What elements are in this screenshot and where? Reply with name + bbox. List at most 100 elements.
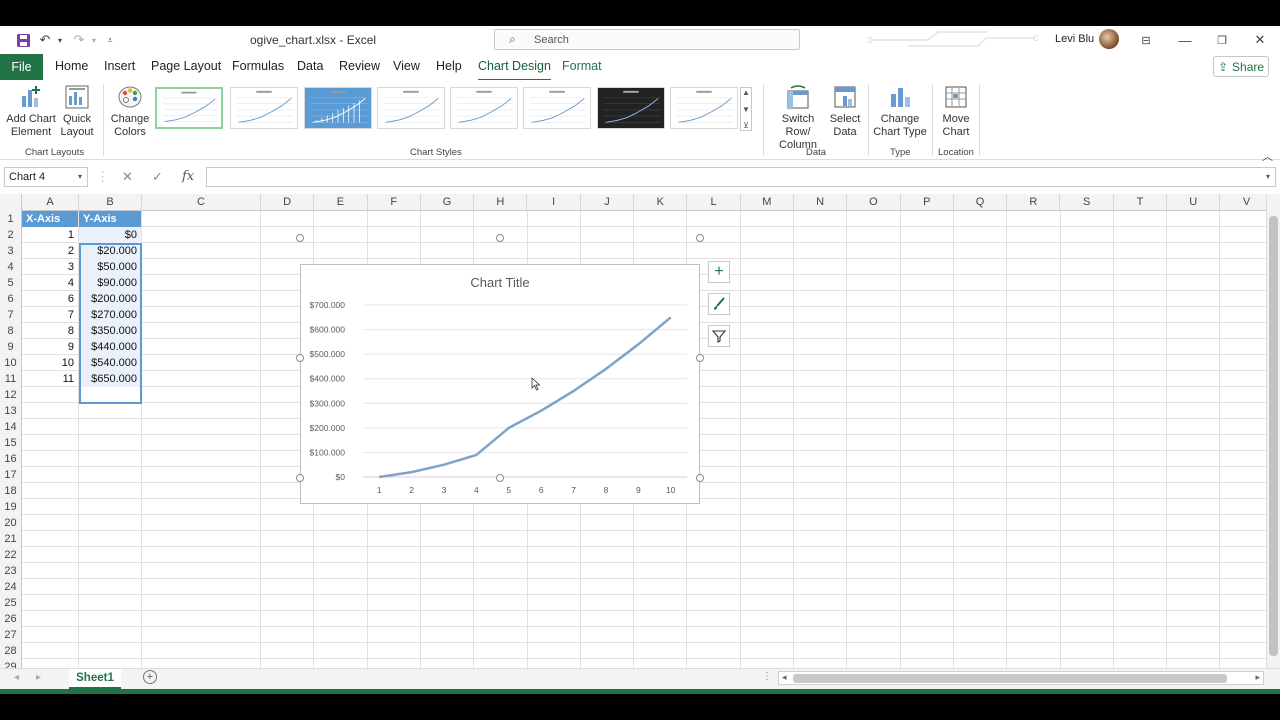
row-header-19[interactable]: 19 [0,499,22,515]
scroll-right-icon[interactable]: ▸ [1255,672,1260,683]
row-header-27[interactable]: 27 [0,627,22,643]
row-header-2[interactable]: 2 [0,227,22,243]
row-header-20[interactable]: 20 [0,515,22,531]
resize-handle[interactable] [296,354,304,362]
row-header-18[interactable]: 18 [0,483,22,499]
formula-input[interactable]: ▾ [206,167,1276,187]
resize-handle[interactable] [296,474,304,482]
cell-y-value[interactable]: $50.000 [79,259,141,275]
data-point[interactable] [669,315,673,319]
style-gallery-scroll[interactable]: ▲ ▼ ⊻ [740,87,752,131]
column-header-d[interactable]: D [261,194,315,211]
chart-style-3[interactable] [304,87,372,129]
undo-dropdown-icon[interactable]: ▾ [55,32,65,48]
series-line[interactable] [379,316,672,479]
chart-elements-button[interactable]: + [708,261,730,283]
redo-icon[interactable]: ↷ [72,32,86,48]
column-header-m[interactable]: M [741,194,794,211]
gallery-up-icon[interactable]: ▲ [742,88,750,97]
tab-format[interactable]: Format [562,59,602,73]
expand-formula-icon[interactable]: ▾ [1266,172,1270,181]
column-header-i[interactable]: I [528,194,581,211]
tab-page-layout[interactable]: Page Layout [151,59,221,73]
column-header-q[interactable]: Q [954,194,1008,211]
cell-x-value[interactable]: 6 [22,291,78,307]
chart-style-1[interactable] [155,87,223,129]
chevron-down-icon[interactable]: ▾ [78,172,82,181]
resize-handle[interactable] [696,234,704,242]
enter-icon[interactable]: ✓ [152,169,163,185]
row-header-8[interactable]: 8 [0,323,22,339]
chart-styles-button[interactable] [708,293,730,315]
column-header-j[interactable]: J [581,194,635,211]
resize-handle[interactable] [496,234,504,242]
tab-review[interactable]: Review [339,59,380,73]
column-header-k[interactable]: K [634,194,688,211]
redo-dropdown-icon[interactable]: ▾ [89,32,99,48]
cell-y-value[interactable]: $650.000 [79,371,141,387]
vertical-scrollbar[interactable] [1266,194,1280,668]
row-header-28[interactable]: 28 [0,643,22,659]
select-data-button[interactable]: Select Data [829,84,861,139]
chart-style-6[interactable] [523,87,591,129]
column-header-c[interactable]: C [142,194,261,211]
row-header-24[interactable]: 24 [0,579,22,595]
scroll-thumb[interactable] [1269,216,1278,656]
minimize-icon[interactable]: — [1178,32,1192,48]
tab-formulas[interactable]: Formulas [232,59,284,73]
prev-sheet-icon[interactable]: ◂ [14,672,19,683]
scroll-left-icon[interactable]: ◂ [782,672,787,683]
add-chart-element-button[interactable]: Add Chart Element [6,84,56,139]
tab-home[interactable]: Home [55,59,88,73]
row-header-22[interactable]: 22 [0,547,22,563]
table-header-x[interactable]: X-Axis [22,211,78,227]
cell-x-value[interactable]: 11 [22,371,78,387]
select-all-corner[interactable] [0,194,22,211]
row-header-13[interactable]: 13 [0,403,22,419]
change-chart-type-button[interactable]: Change Chart Type [873,84,927,139]
resize-handle[interactable] [696,354,704,362]
row-header-21[interactable]: 21 [0,531,22,547]
data-point[interactable] [442,463,446,467]
cell-x-value[interactable]: 2 [22,243,78,259]
close-icon[interactable]: ✕ [1253,32,1267,48]
tab-file[interactable]: File [0,54,43,80]
column-header-l[interactable]: L [687,194,741,211]
cell-x-value[interactable]: 3 [22,259,78,275]
column-header-h[interactable]: H [474,194,528,211]
cell-y-value[interactable]: $90.000 [79,275,141,291]
ribbon-display-icon[interactable]: ⊟ [1139,32,1153,48]
resize-handle[interactable] [496,474,504,482]
user-name[interactable]: Levi Blu [1055,33,1094,45]
row-header-14[interactable]: 14 [0,419,22,435]
data-point[interactable] [604,367,608,371]
name-box[interactable]: Chart 4 ▾ [4,167,88,187]
column-header-p[interactable]: P [901,194,954,211]
quick-layout-button[interactable]: Quick Layout [56,84,98,139]
cell-x-value[interactable]: 8 [22,323,78,339]
row-header-15[interactable]: 15 [0,435,22,451]
data-point[interactable] [572,389,576,393]
cell-y-value[interactable]: $200.000 [79,291,141,307]
gallery-down-icon[interactable]: ▼ [742,105,750,114]
chart-object[interactable]: Chart Title $0 $100.000 $200.000 $300.000 $4… [300,264,700,504]
add-sheet-icon[interactable]: + [143,670,157,684]
column-header-a[interactable]: A [22,194,79,211]
column-header-t[interactable]: T [1114,194,1168,211]
chart-filters-button[interactable] [708,325,730,347]
chart-style-8[interactable] [670,87,738,129]
insert-function-icon[interactable]: fx [182,169,194,184]
data-point[interactable] [410,470,414,474]
resize-handle[interactable] [296,234,304,242]
data-point[interactable] [377,475,381,479]
cell-y-value[interactable]: $20.000 [79,243,141,259]
chart-style-5[interactable] [450,87,518,129]
row-header-9[interactable]: 9 [0,339,22,355]
column-header-g[interactable]: G [421,194,475,211]
collapse-ribbon-icon[interactable]: ︿ [1262,148,1273,164]
chart-style-7[interactable] [597,87,665,129]
data-point[interactable] [507,426,511,430]
cell-x-value[interactable]: 7 [22,307,78,323]
undo-icon[interactable]: ↶ [38,32,52,48]
change-colors-button[interactable]: Change Colors [108,84,152,139]
